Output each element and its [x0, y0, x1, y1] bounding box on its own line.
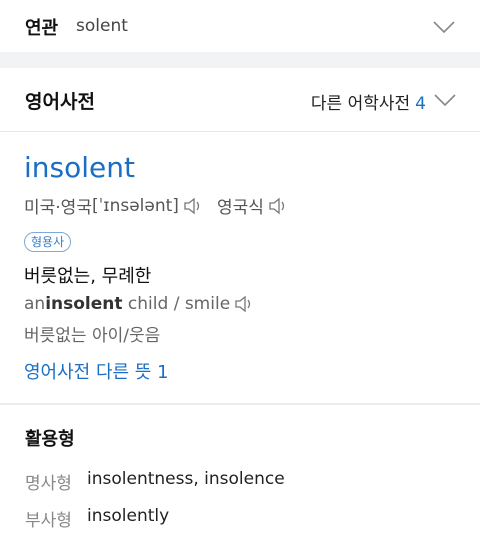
- dictionary-entry: insolent 미국·영국 [ˈɪnsələnt] 영국식 형용사 버릇없는,…: [0, 132, 480, 402]
- example-sentence: an insolent child / smile: [24, 294, 258, 314]
- dictionary-header: 영어사전 다른 어학사전 4: [0, 68, 480, 132]
- related-term[interactable]: solent: [76, 16, 128, 36]
- form-label: 부사형: [25, 511, 72, 531]
- form-value[interactable]: insolentness, insolence: [87, 469, 285, 494]
- related-label: 연관: [25, 18, 59, 39]
- other-dictionaries-label: 다른 어학사전: [310, 94, 411, 114]
- chevron-down-icon[interactable]: [433, 20, 455, 34]
- example-translation: 버릇없는 아이/웃음: [24, 326, 161, 346]
- speaker-icon[interactable]: [268, 197, 288, 215]
- other-dictionaries-count: 4: [415, 94, 426, 114]
- part-of-speech-badge: 형용사: [24, 232, 72, 252]
- dictionary-title: 영어사전: [25, 91, 95, 113]
- speaker-icon[interactable]: [183, 197, 203, 215]
- speaker-icon[interactable]: [234, 295, 254, 313]
- headword[interactable]: insolent: [24, 151, 135, 184]
- pronunciation-row: 미국·영국 [ˈɪnsələnt] 영국식: [24, 193, 292, 218]
- form-row-noun: 명사형 insolentness, insolence: [25, 469, 285, 494]
- pronunciation-region: 미국·영국: [24, 198, 92, 218]
- chevron-down-icon[interactable]: [434, 93, 456, 107]
- forms-title: 활용형: [25, 429, 75, 450]
- pronunciation-region-2: 영국식: [216, 198, 264, 218]
- form-value[interactable]: insolently: [87, 506, 169, 531]
- section-separator: [0, 52, 480, 68]
- pronunciation-ipa: [ˈɪnsələnt]: [91, 195, 179, 216]
- example-keyword: insolent: [45, 294, 123, 314]
- other-dictionaries-button[interactable]: 다른 어학사전 4: [311, 89, 426, 114]
- inflection-forms: 활용형 명사형 insolentness, insolence 부사형 inso…: [0, 405, 480, 536]
- example-pre: an: [24, 294, 46, 314]
- meaning-text: 버릇없는, 무례한: [24, 266, 152, 287]
- more-meanings-link[interactable]: 영어사전 다른 뜻 1: [24, 358, 169, 384]
- form-label: 명사형: [25, 474, 72, 494]
- related-search-bar[interactable]: 연관 solent: [0, 0, 480, 52]
- example-post: child / smile: [122, 294, 231, 314]
- form-row-adverb: 부사형 insolently: [25, 506, 169, 531]
